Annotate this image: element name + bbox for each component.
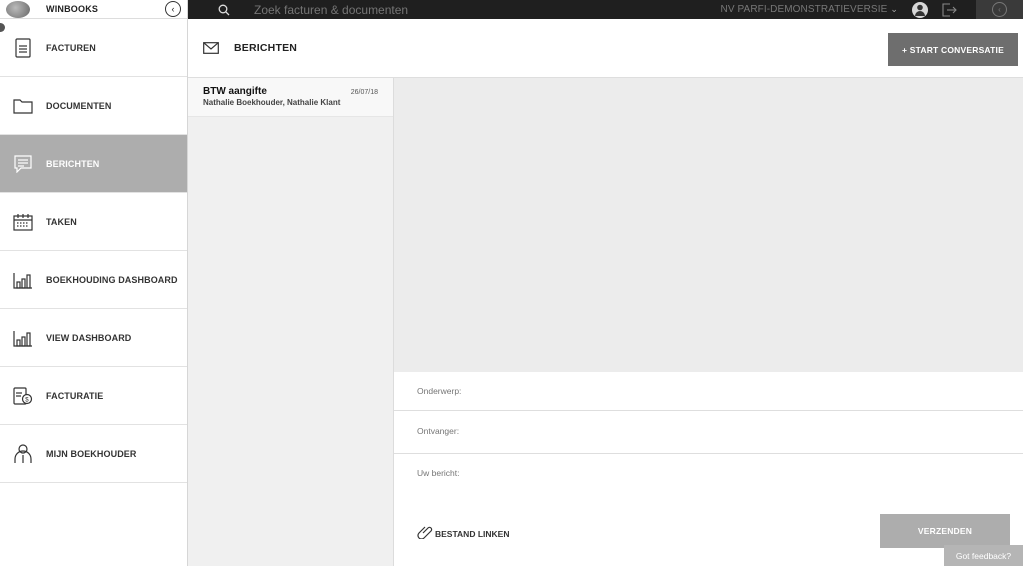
logout-icon[interactable]: [942, 2, 958, 17]
sidebar-item-boekhouding-dashboard[interactable]: BOEKHOUDING DASHBOARD: [0, 251, 187, 309]
sidebar-item-label: BERICHTEN: [46, 158, 100, 169]
link-file-button[interactable]: BESTAND LINKEN: [417, 523, 509, 544]
chevron-down-icon: ⌄: [890, 4, 898, 14]
conversation-date: 26/07/18: [350, 89, 378, 96]
billing-icon: $: [0, 386, 46, 405]
recipient-row: [394, 411, 1023, 454]
sidebar: WINBOOKS ‹ FACTUREN DOCUMENTEN BERICHTEN: [0, 0, 188, 566]
company-name: NV PARFI-DEMONSTRATIEVERSIE: [720, 4, 888, 15]
sidebar-item-label: DOCUMENTEN: [46, 100, 112, 111]
list-item[interactable]: BTW aangifte 26/07/18 Nathalie Boekhoude…: [188, 78, 393, 117]
sidebar-item-taken[interactable]: TAKEN: [0, 193, 187, 251]
accountant-icon: [0, 443, 46, 464]
sidebar-item-label: BOEKHOUDING DASHBOARD: [46, 274, 178, 285]
link-file-label: BESTAND LINKEN: [435, 528, 510, 539]
collapse-sidebar-icon[interactable]: ‹: [165, 1, 181, 17]
start-conversation-button[interactable]: + START CONVERSATIE: [888, 33, 1018, 66]
recipient-field[interactable]: [417, 426, 997, 436]
calendar-icon: [0, 213, 46, 231]
app-root: WINBOOKS ‹ FACTUREN DOCUMENTEN BERICHTEN: [0, 0, 1023, 566]
sidebar-item-mijn-boekhouder[interactable]: MIJN BOEKHOUDER: [0, 425, 187, 483]
winbooks-logo: [6, 0, 30, 18]
sidebar-item-facturatie[interactable]: $ FACTURATIE: [0, 367, 187, 425]
folder-icon: [0, 98, 46, 114]
subject-field[interactable]: [417, 386, 997, 396]
conversation-participants: Nathalie Boekhouder, Nathalie Klant: [203, 98, 341, 107]
bar-chart-icon: [0, 329, 46, 347]
sidebar-item-label: VIEW DASHBOARD: [46, 332, 132, 343]
sidebar-item-documenten[interactable]: DOCUMENTEN: [0, 77, 187, 135]
invoice-icon: [0, 37, 46, 58]
conversation-list: BTW aangifte 26/07/18 Nathalie Boekhoude…: [188, 78, 394, 566]
search-icon[interactable]: [218, 4, 232, 16]
message-row: [394, 454, 1023, 514]
page-title: BERICHTEN: [234, 42, 298, 54]
envelope-icon: [203, 42, 219, 54]
right-panel-toggle[interactable]: ‹: [976, 0, 1023, 19]
sidebar-item-facturen[interactable]: FACTUREN: [0, 19, 187, 77]
paperclip-icon: [417, 523, 433, 544]
sidebar-item-label: MIJN BOEKHOUDER: [46, 448, 137, 459]
sidebar-item-label: FACTUREN: [46, 42, 96, 53]
sidebar-item-label: FACTURATIE: [46, 390, 104, 401]
compose-form: BESTAND LINKEN VERZENDEN: [394, 372, 1023, 566]
subject-row: [394, 372, 1023, 411]
avatar[interactable]: [912, 1, 928, 18]
sidebar-item-view-dashboard[interactable]: VIEW DASHBOARD: [0, 309, 187, 367]
bar-chart-icon: [0, 271, 46, 289]
sidebar-item-label: TAKEN: [46, 216, 77, 227]
sidebar-item-berichten[interactable]: BERICHTEN: [0, 135, 187, 193]
company-selector[interactable]: NV PARFI-DEMONSTRATIEVERSIE ⌄: [721, 4, 898, 15]
send-button[interactable]: VERZENDEN: [880, 514, 1010, 548]
message-thread-area: [394, 78, 1023, 372]
feedback-button[interactable]: Got feedback?: [944, 545, 1023, 566]
search-input[interactable]: [254, 2, 634, 17]
message-field[interactable]: [417, 468, 997, 504]
topbar: NV PARFI-DEMONSTRATIEVERSIE ⌄ ‹: [188, 0, 1023, 19]
message-icon: [0, 154, 46, 173]
page-header: BERICHTEN + START CONVERSATIE: [188, 19, 1023, 78]
brand-bar: WINBOOKS ‹: [0, 0, 187, 19]
brand-name: WINBOOKS: [46, 4, 99, 14]
chevron-left-circle-icon: ‹: [992, 2, 1007, 17]
